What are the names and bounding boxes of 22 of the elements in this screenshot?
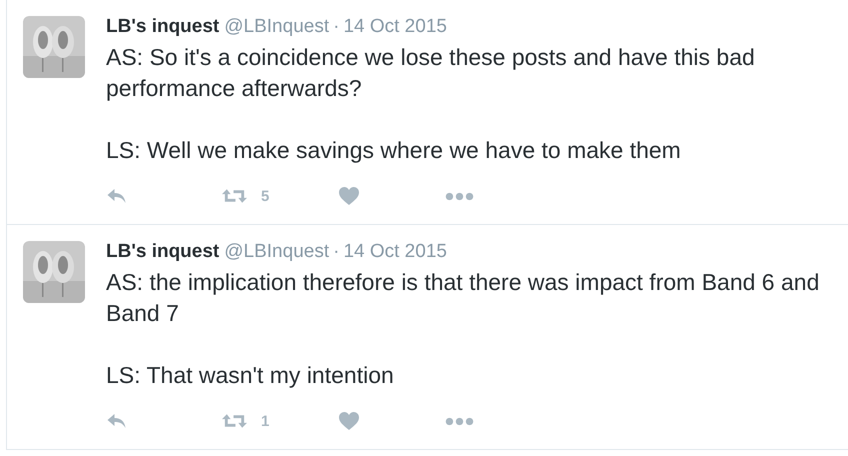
tweet-date[interactable]: 14 Oct 2015 bbox=[343, 16, 447, 38]
tweet-text: LS: That wasn't my intention bbox=[106, 361, 395, 390]
handle[interactable]: @LBInquest bbox=[224, 16, 330, 38]
separator: · bbox=[333, 16, 340, 38]
retweet-count: 5 bbox=[261, 188, 270, 204]
separator: · bbox=[333, 241, 340, 263]
more-icon[interactable] bbox=[445, 416, 474, 426]
display-name[interactable]: LB's inquest bbox=[106, 241, 220, 263]
tweet-text: LS: Well we make savings where we have to make them bbox=[106, 136, 682, 165]
tweet-date[interactable]: 14 Oct 2015 bbox=[343, 241, 447, 263]
retweet-icon[interactable] bbox=[222, 413, 247, 429]
more-icon[interactable] bbox=[445, 192, 474, 200]
retweet-count: 1 bbox=[261, 412, 270, 430]
tweet-text: AS: the implication therefore is that there was impact from Band 6 and Band 7 bbox=[106, 268, 820, 328]
handle[interactable]: @LBInquest bbox=[224, 241, 330, 263]
display-name[interactable]: LB's inquest bbox=[106, 16, 220, 38]
heart-icon[interactable] bbox=[339, 412, 360, 430]
retweet-icon[interactable] bbox=[222, 188, 247, 204]
tweet-text: AS: So it's a coincidence we lose these posts and have this bad performance afterwards? bbox=[106, 43, 756, 103]
heart-icon[interactable] bbox=[339, 187, 360, 205]
reply-icon[interactable] bbox=[106, 413, 127, 429]
reply-icon[interactable] bbox=[106, 188, 127, 204]
